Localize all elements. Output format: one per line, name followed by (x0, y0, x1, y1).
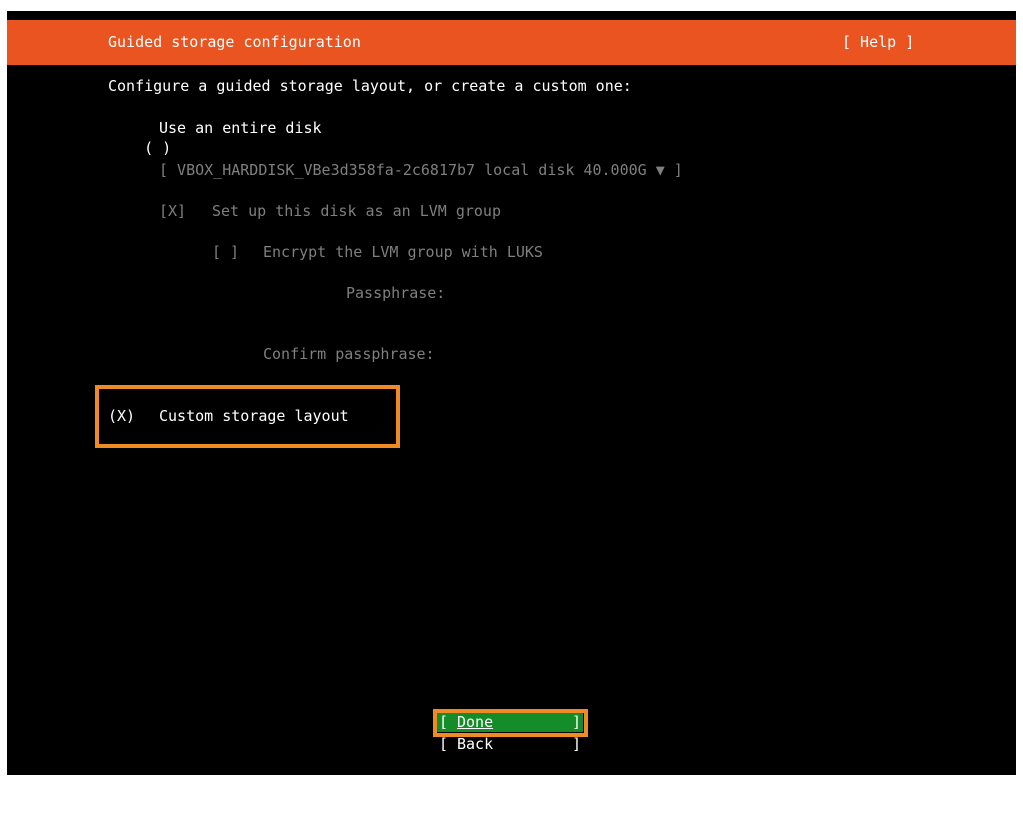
disk-select: [ VBOX_HARDDISK_VBe3d358fa-2c6817b7 loca… (159, 161, 683, 179)
entire-disk-label[interactable]: Use an entire disk (159, 118, 322, 138)
back-bracket-left: [ (439, 735, 449, 753)
encrypt-checkbox-marker: [ ] (212, 243, 240, 261)
back-button[interactable]: [ Back ] (437, 734, 583, 754)
done-button-label: Done (457, 713, 494, 731)
custom-layout-radio-marker[interactable]: (X) (108, 406, 135, 426)
lvm-checkbox-marker: [X] (159, 202, 187, 220)
confirm-passphrase-label: Confirm passphrase: (263, 345, 435, 363)
page-title: Guided storage configuration (108, 33, 361, 51)
lvm-checkbox-label: Set up this disk as an LVM group (212, 202, 501, 220)
help-button[interactable]: [ Help ] (842, 33, 914, 51)
header-bar: Guided storage configuration [ Help ] (7, 20, 1016, 65)
encrypt-checkbox-label: Encrypt the LVM group with LUKS (263, 243, 543, 261)
back-bracket-right: ] (571, 735, 581, 753)
passphrase-label: Passphrase: (346, 284, 446, 302)
done-bracket-left: [ (439, 713, 449, 731)
custom-layout-label[interactable]: Custom storage layout (159, 406, 349, 426)
done-bracket-right: ] (571, 713, 581, 731)
installer-screen: Guided storage configuration [ Help ] Co… (7, 11, 1016, 775)
entire-disk-radio-marker: ( ) (144, 139, 172, 157)
intro-text: Configure a guided storage layout, or cr… (108, 77, 632, 95)
done-button[interactable]: [ Done ] (437, 713, 583, 732)
back-button-label: Back (457, 735, 494, 753)
